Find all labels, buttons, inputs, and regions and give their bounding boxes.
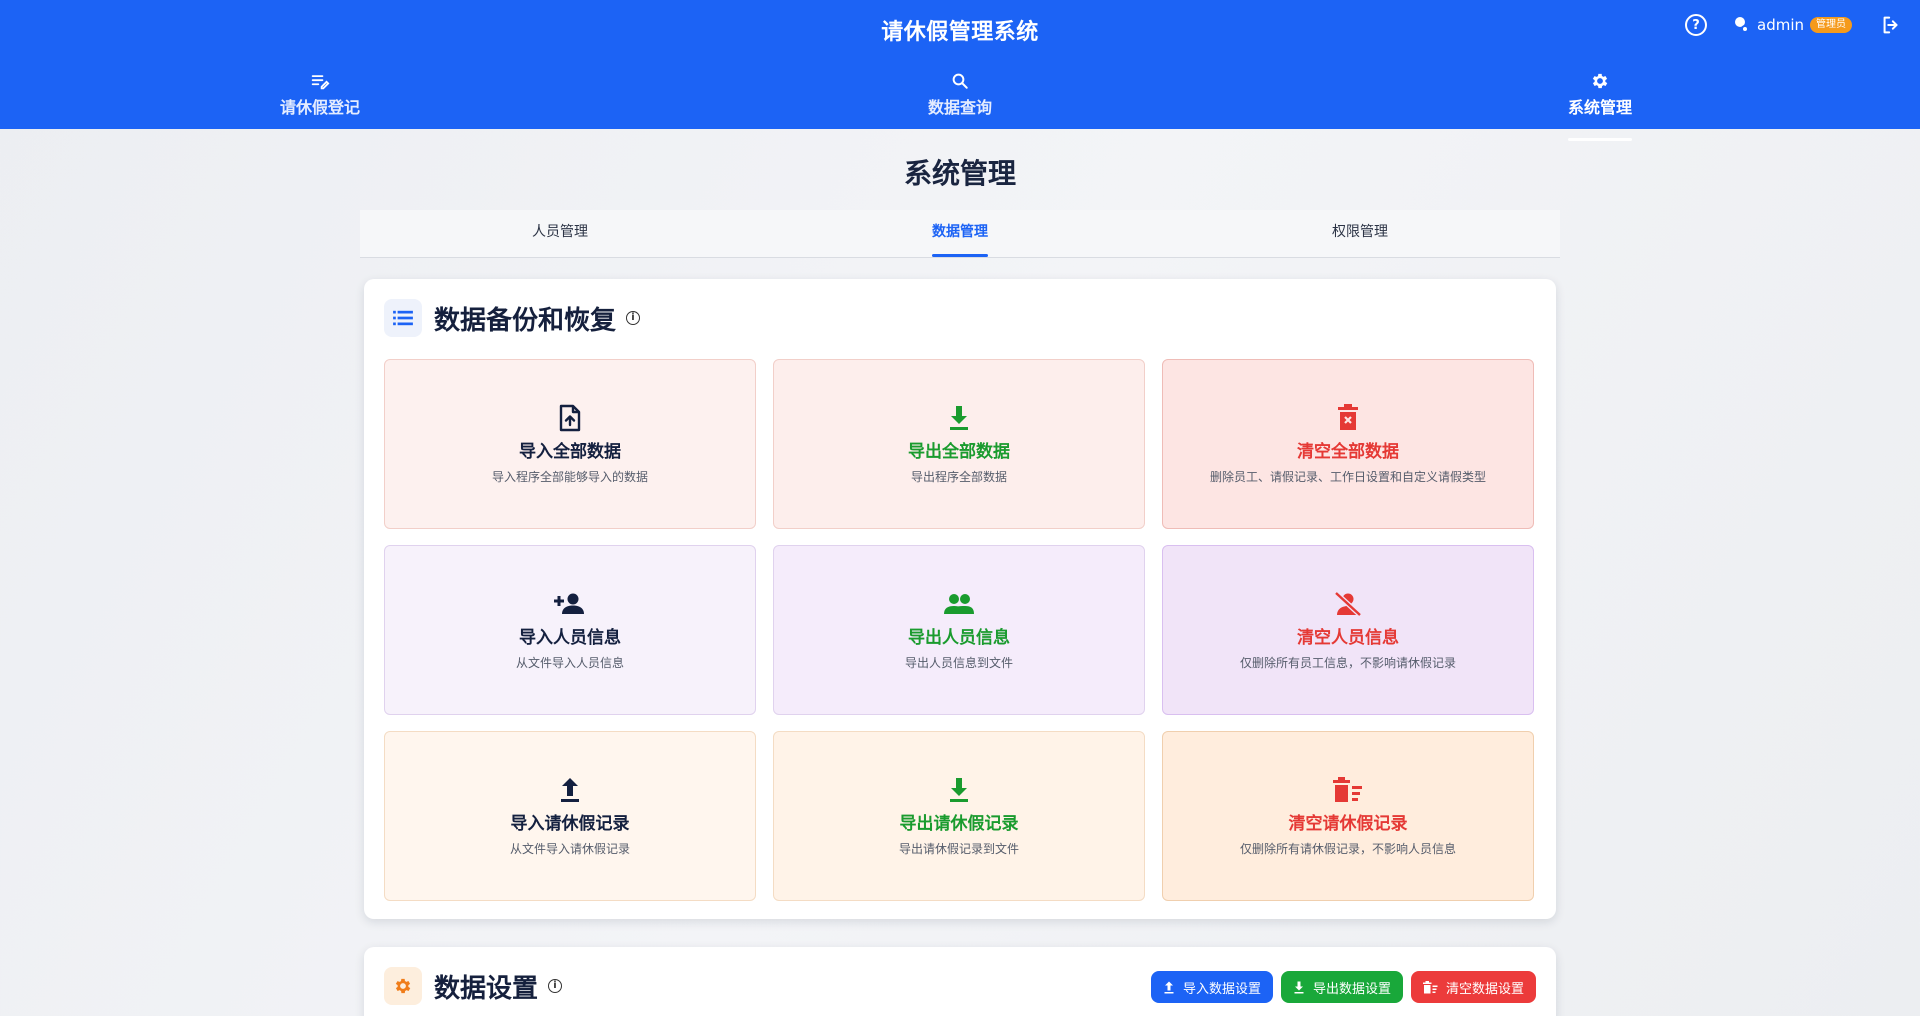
- tile-desc: 从文件导入人员信息: [515, 656, 624, 670]
- tile-title: 导入全部数据: [519, 442, 621, 462]
- user-name: admin: [1757, 16, 1804, 34]
- gear-icon: [1540, 70, 1660, 92]
- tile-desc: 导出人员信息到文件: [904, 656, 1013, 670]
- tile-desc: 仅删除所有请休假记录，不影响人员信息: [1239, 842, 1456, 856]
- nav-label: 数据查询: [927, 98, 992, 117]
- download-icon: [948, 775, 970, 805]
- trash-icon: [1337, 403, 1359, 433]
- nav-item-data-query[interactable]: 数据查询: [900, 70, 1020, 118]
- export-leave-records-tile[interactable]: 导出请休假记录 导出请休假记录到文件: [773, 731, 1145, 901]
- main-nav: 请休假登记 数据查询 系统管理: [0, 64, 1920, 141]
- upload-icon: [559, 775, 581, 805]
- export-settings-button[interactable]: 导出数据设置: [1280, 971, 1403, 1003]
- import-all-data-tile[interactable]: 导入全部数据 导入程序全部能够导入的数据: [384, 359, 756, 529]
- role-badge: 管理员: [1810, 17, 1852, 33]
- nav-label: 请休假登记: [279, 98, 360, 117]
- top-header: 请休假管理系统 ? admin 管理员 请休假登记 数据查询 系统管理: [0, 0, 1920, 141]
- tile-title: 导入人员信息: [519, 628, 621, 648]
- import-leave-records-tile[interactable]: 导入请休假记录 从文件导入请休假记录: [384, 731, 756, 901]
- tile-title: 清空全部数据: [1297, 442, 1399, 462]
- settings-card: 数据设置 i 导入数据设置 导出数据设置 清空数据设置: [364, 947, 1556, 1016]
- download-icon: [948, 403, 970, 433]
- people-icon: [943, 589, 975, 619]
- upload-icon: [1163, 981, 1175, 994]
- nav-item-leave-register[interactable]: 请休假登记: [260, 70, 380, 118]
- tile-title: 导入请休假记录: [510, 814, 630, 834]
- tile-title: 导出请休假记录: [899, 814, 1019, 834]
- info-icon[interactable]: i: [626, 311, 641, 325]
- user-menu[interactable]: admin 管理员: [1733, 16, 1852, 34]
- tile-title: 清空人员信息: [1297, 628, 1399, 648]
- export-personnel-tile[interactable]: 导出人员信息 导出人员信息到文件: [773, 545, 1145, 715]
- gear-icon: [384, 967, 422, 1005]
- card-title: 数据备份和恢复: [434, 305, 617, 336]
- person-off-icon: [1334, 589, 1362, 619]
- tile-desc: 从文件导入请休假记录: [509, 842, 630, 856]
- tile-desc: 仅删除所有员工信息，不影响请休假记录: [1239, 656, 1456, 670]
- import-settings-button[interactable]: 导入数据设置: [1150, 971, 1273, 1003]
- card-title: 数据设置: [434, 973, 539, 1004]
- delete-sweep-icon: [1422, 980, 1438, 994]
- settings-card-header: 数据设置 i: [384, 967, 563, 1005]
- backup-card: 数据备份和恢复 i 导入全部数据 导入程序全部能够导入的数据 导出全部数据 导出…: [364, 279, 1556, 919]
- clear-personnel-tile[interactable]: 清空人员信息 仅删除所有员工信息，不影响请休假记录: [1162, 545, 1534, 715]
- delete-sweep-icon: [1333, 775, 1363, 805]
- list-icon: [384, 299, 422, 337]
- user-gear-icon: [1733, 17, 1749, 33]
- logout-icon[interactable]: [1880, 14, 1902, 36]
- tab-permissions[interactable]: 权限管理: [1160, 210, 1560, 257]
- download-icon: [1293, 981, 1305, 994]
- page-title: 系统管理: [903, 157, 1016, 190]
- backup-card-header: 数据备份和恢复 i: [384, 299, 641, 337]
- export-all-data-tile[interactable]: 导出全部数据 导出程序全部数据: [773, 359, 1145, 529]
- tile-title: 清空请休假记录: [1288, 814, 1408, 834]
- search-icon: [900, 70, 1020, 92]
- person-add-icon: [554, 589, 586, 619]
- help-icon[interactable]: ?: [1685, 14, 1707, 36]
- file-upload-icon: [557, 403, 583, 433]
- button-label: 导入数据设置: [1182, 981, 1261, 997]
- tile-desc: 导出请休假记录到文件: [898, 842, 1019, 856]
- tab-data[interactable]: 数据管理: [760, 210, 1160, 257]
- nav-item-system-admin[interactable]: 系统管理: [1540, 70, 1660, 141]
- tab-personnel[interactable]: 人员管理: [360, 210, 760, 257]
- header-actions: ? admin 管理员: [1685, 14, 1902, 36]
- edit-list-icon: [260, 70, 380, 92]
- clear-all-data-tile[interactable]: 清空全部数据 删除员工、请假记录、工作日设置和自定义请假类型: [1162, 359, 1534, 529]
- clear-leave-records-tile[interactable]: 清空请休假记录 仅删除所有请休假记录，不影响人员信息: [1162, 731, 1534, 901]
- button-label: 清空数据设置: [1445, 981, 1524, 997]
- sub-tabs: 人员管理 数据管理 权限管理: [360, 210, 1560, 258]
- tile-desc: 导出程序全部数据: [910, 470, 1007, 484]
- button-label: 导出数据设置: [1312, 981, 1391, 997]
- tile-title: 导出人员信息: [908, 628, 1010, 648]
- nav-label: 系统管理: [1567, 98, 1632, 117]
- clear-settings-button[interactable]: 清空数据设置: [1410, 971, 1536, 1003]
- import-personnel-tile[interactable]: 导入人员信息 从文件导入人员信息: [384, 545, 756, 715]
- app-title: 请休假管理系统: [881, 20, 1039, 45]
- info-icon[interactable]: i: [548, 979, 563, 993]
- settings-actions: 导入数据设置 导出数据设置 清空数据设置: [1143, 971, 1536, 1003]
- tile-desc: 导入程序全部能够导入的数据: [491, 470, 648, 484]
- tile-title: 导出全部数据: [908, 442, 1010, 462]
- tile-desc: 删除员工、请假记录、工作日设置和自定义请假类型: [1209, 470, 1486, 484]
- backup-tile-grid: 导入全部数据 导入程序全部能够导入的数据 导出全部数据 导出程序全部数据 清空全…: [384, 359, 1536, 901]
